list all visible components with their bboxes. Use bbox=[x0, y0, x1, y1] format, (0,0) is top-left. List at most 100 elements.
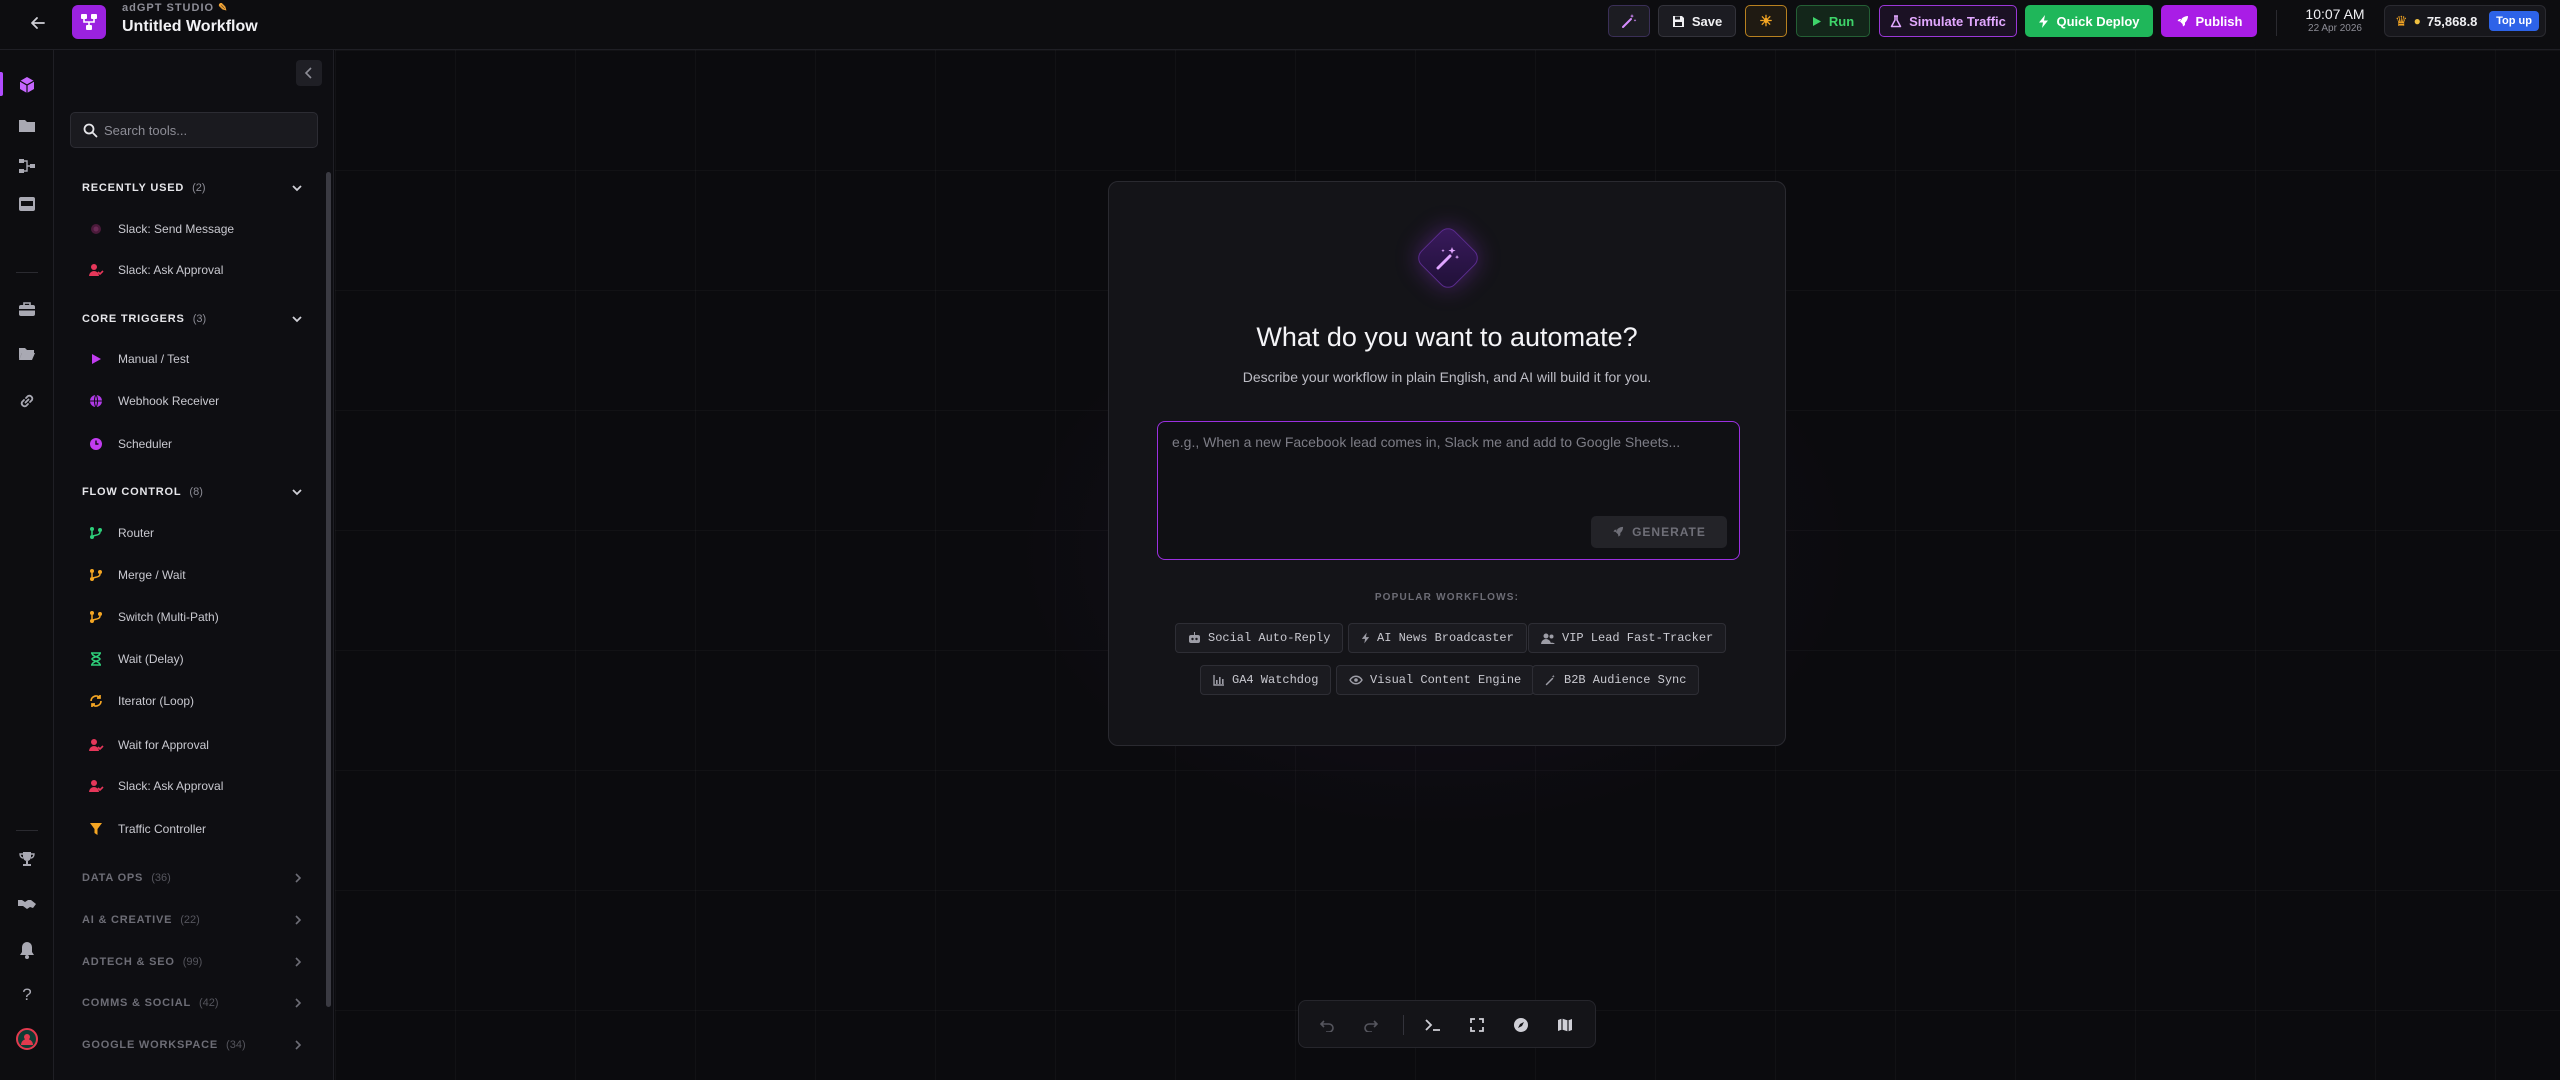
tool-wait-delay[interactable]: Wait (Delay) bbox=[88, 644, 308, 674]
branch-icon bbox=[88, 525, 104, 541]
section-title: COMMS & SOCIAL bbox=[82, 997, 191, 1009]
dialog-title: What do you want to automate? bbox=[1256, 322, 1638, 352]
section-title: CORE TRIGGERS bbox=[82, 313, 185, 325]
folder-icon[interactable] bbox=[13, 112, 41, 140]
search-icon bbox=[83, 123, 98, 137]
sun-icon: ☀ bbox=[1759, 13, 1773, 30]
tool-traffic-controller[interactable]: Traffic Controller bbox=[88, 814, 308, 844]
popular-workflows-label: POPULAR WORKFLOWS: bbox=[1374, 592, 1520, 603]
section-count: (22) bbox=[180, 914, 200, 926]
tool-search[interactable] bbox=[70, 112, 318, 148]
section-google-workspace[interactable]: GOOGLE WORKSPACE (34) bbox=[82, 1035, 302, 1055]
link-icon[interactable] bbox=[13, 387, 41, 415]
tool-slack-ask-approval[interactable]: Slack: Ask Approval bbox=[88, 255, 308, 285]
tool-label: Wait for Approval bbox=[118, 738, 209, 752]
rail-active-indicator bbox=[0, 72, 3, 96]
section-core-triggers[interactable]: CORE TRIGGERS (3) bbox=[82, 309, 302, 329]
app-logo[interactable] bbox=[72, 5, 106, 39]
tool-router[interactable]: Router bbox=[88, 518, 308, 548]
chip-social-auto-reply[interactable]: Social Auto-Reply bbox=[1175, 623, 1344, 653]
avatar[interactable] bbox=[13, 1025, 41, 1053]
toolbar-divider bbox=[1403, 1015, 1404, 1035]
credits-badge[interactable]: ♛ ● 75,868.8 Top up bbox=[2384, 5, 2546, 37]
tool-wait-for-approval[interactable]: Wait for Approval bbox=[88, 730, 308, 760]
run-button[interactable]: Run bbox=[1796, 5, 1870, 37]
prompt-box: GENERATE bbox=[1157, 421, 1740, 560]
trophy-icon[interactable] bbox=[13, 845, 41, 873]
undo-icon[interactable] bbox=[1315, 1013, 1339, 1037]
section-data-ops[interactable]: DATA OPS (36) bbox=[82, 868, 302, 888]
top-bar: adGPT STUDIO ✎ Untitled Workflow Save ☀ R… bbox=[0, 0, 2560, 50]
chip-b2b-audience-sync[interactable]: B2B Audience Sync bbox=[1532, 665, 1700, 695]
panel-scrollbar[interactable] bbox=[326, 172, 331, 1007]
tool-label: Iterator (Loop) bbox=[118, 694, 195, 708]
pencil-icon[interactable]: ✎ bbox=[218, 2, 228, 14]
chip-ga4-watchdog[interactable]: GA4 Watchdog bbox=[1200, 665, 1332, 695]
tool-slack-ask-approval-2[interactable]: Slack: Ask Approval bbox=[88, 771, 308, 801]
generate-label: GENERATE bbox=[1632, 525, 1706, 539]
help-icon[interactable]: ? bbox=[13, 981, 41, 1009]
inbox-icon[interactable] bbox=[13, 190, 41, 218]
chip-ai-news-broadcaster[interactable]: AI News Broadcaster bbox=[1348, 623, 1527, 653]
chip-vip-lead-fast-tracker[interactable]: VIP Lead Fast-Tracker bbox=[1528, 623, 1727, 653]
handshake-icon[interactable] bbox=[13, 890, 41, 918]
section-recently-used[interactable]: RECENTLY USED (2) bbox=[82, 178, 302, 198]
topup-button[interactable]: Top up bbox=[2489, 11, 2539, 31]
section-title: FLOW CONTROL bbox=[82, 486, 182, 498]
compass-icon[interactable] bbox=[1509, 1013, 1533, 1037]
section-title: AI & CREATIVE bbox=[82, 914, 173, 926]
tool-label: Wait (Delay) bbox=[118, 652, 184, 666]
section-count: (34) bbox=[226, 1039, 246, 1051]
tool-scheduler[interactable]: Scheduler bbox=[88, 429, 308, 459]
generate-button[interactable]: GENERATE bbox=[1591, 516, 1727, 548]
brand-label: adGPT STUDIO ✎ bbox=[122, 2, 229, 14]
section-comms-social[interactable]: COMMS & SOCIAL (42) bbox=[82, 993, 302, 1013]
toolbox-icon[interactable] bbox=[13, 295, 41, 323]
user-approval-icon bbox=[88, 778, 104, 794]
section-adtech-seo[interactable]: ADTECH & SEO (99) bbox=[82, 952, 302, 972]
chevron-left-icon bbox=[304, 67, 312, 79]
section-count: (2) bbox=[192, 182, 206, 194]
clock-date: 22 Apr 2026 bbox=[2308, 23, 2362, 34]
map-icon[interactable] bbox=[1553, 1013, 1577, 1037]
tool-label: Switch (Multi-Path) bbox=[118, 610, 219, 624]
folder-open-icon[interactable] bbox=[13, 340, 41, 368]
workflow-icon[interactable] bbox=[13, 152, 41, 180]
prompt-input[interactable] bbox=[1172, 434, 1727, 494]
back-arrow-icon[interactable] bbox=[24, 9, 52, 37]
ai-wand-button[interactable] bbox=[1608, 5, 1650, 37]
rail-divider bbox=[16, 272, 38, 273]
wand-icon bbox=[1545, 674, 1557, 686]
divider bbox=[2276, 10, 2277, 36]
search-input[interactable] bbox=[104, 122, 304, 138]
tool-webhook-receiver[interactable]: Webhook Receiver bbox=[88, 386, 308, 416]
quick-deploy-button[interactable]: Quick Deploy bbox=[2025, 5, 2153, 37]
bell-icon[interactable] bbox=[13, 936, 41, 964]
users-icon bbox=[1541, 633, 1555, 644]
cube-icon[interactable] bbox=[13, 71, 41, 99]
chevron-right-icon bbox=[295, 873, 302, 883]
tool-manual-test[interactable]: Manual / Test bbox=[88, 344, 308, 374]
workflow-title[interactable]: Untitled Workflow bbox=[122, 18, 258, 36]
section-ai-creative[interactable]: AI & CREATIVE (22) bbox=[82, 910, 302, 930]
magic-wand-icon bbox=[1414, 224, 1482, 292]
save-button[interactable]: Save bbox=[1658, 5, 1736, 37]
tool-iterator-loop[interactable]: Iterator (Loop) bbox=[88, 686, 308, 716]
fullscreen-icon[interactable] bbox=[1465, 1013, 1489, 1037]
redo-icon[interactable] bbox=[1359, 1013, 1383, 1037]
section-flow-control[interactable]: FLOW CONTROL (8) bbox=[82, 482, 302, 502]
tool-label: Manual / Test bbox=[118, 352, 190, 366]
simulate-traffic-button[interactable]: Simulate Traffic bbox=[1879, 5, 2017, 37]
chip-visual-content-engine[interactable]: Visual Content Engine bbox=[1336, 665, 1535, 695]
collapse-panel-button[interactable] bbox=[296, 60, 322, 86]
tool-merge-wait[interactable]: Merge / Wait bbox=[88, 560, 308, 590]
credits-amount: 75,868.8 bbox=[2426, 13, 2478, 29]
section-count: (8) bbox=[189, 486, 203, 498]
publish-button[interactable]: Publish bbox=[2161, 5, 2257, 37]
tool-switch-multi-path[interactable]: Switch (Multi-Path) bbox=[88, 602, 308, 632]
robot-icon bbox=[1188, 632, 1201, 644]
tool-slack-send-message[interactable]: Slack: Send Message bbox=[88, 214, 308, 244]
chip-label: AI News Broadcaster bbox=[1377, 631, 1514, 645]
theme-toggle-button[interactable]: ☀ bbox=[1745, 5, 1787, 37]
terminal-icon[interactable] bbox=[1421, 1013, 1445, 1037]
